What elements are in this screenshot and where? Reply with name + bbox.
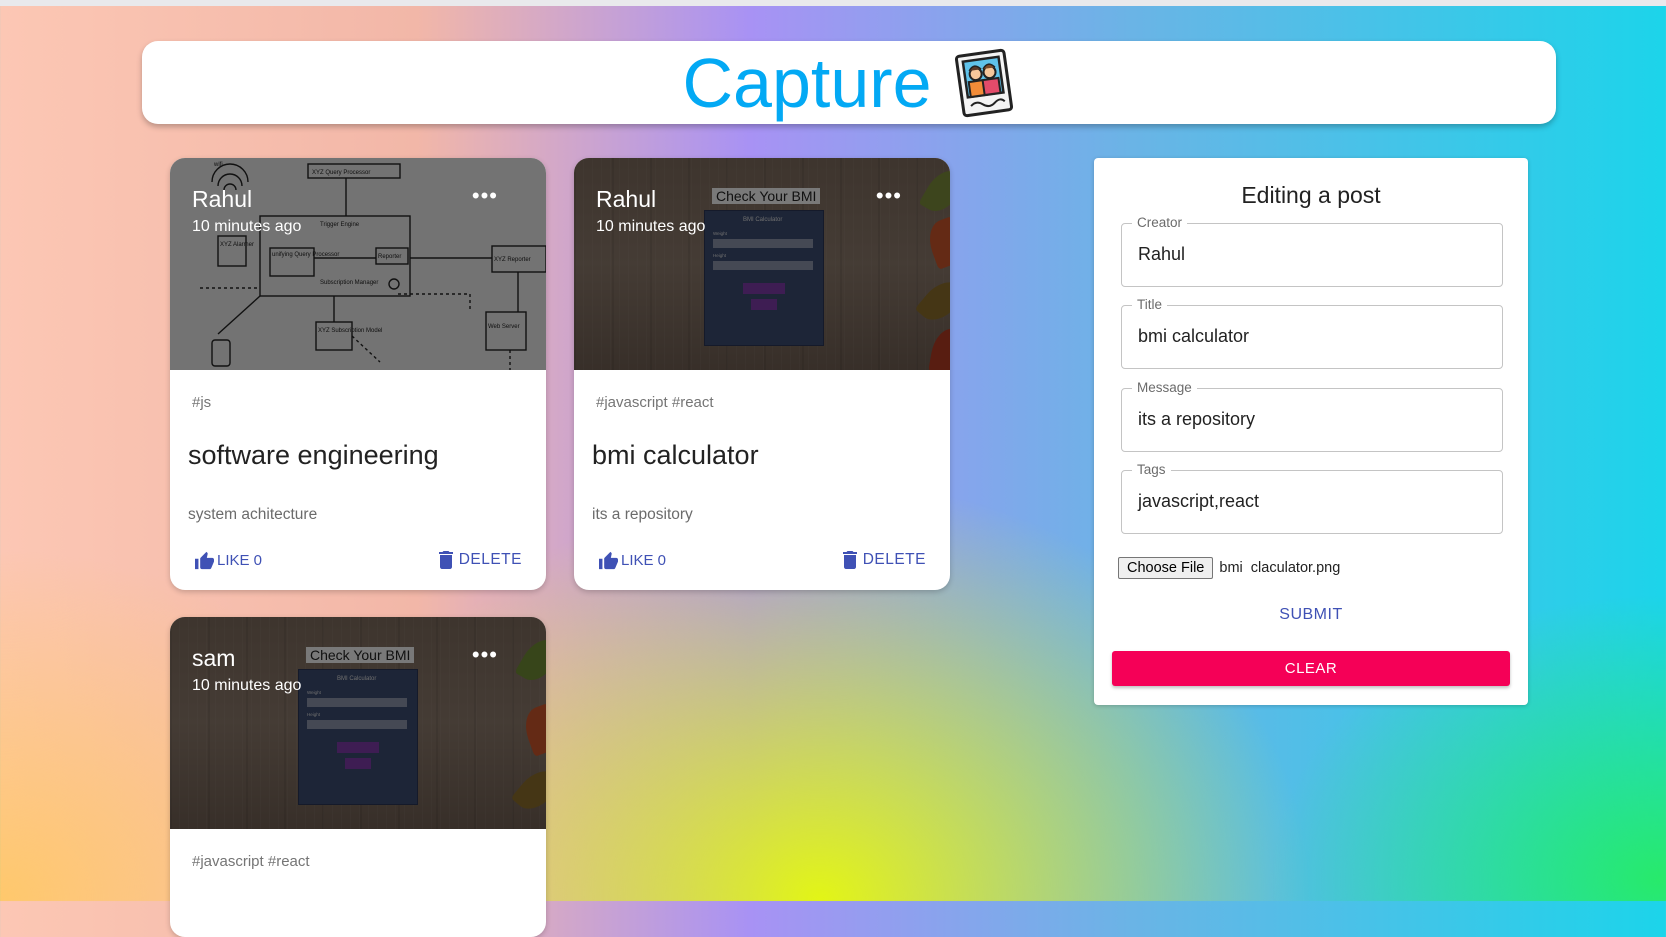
post-message: its a repository — [592, 506, 693, 523]
tags-label: Tags — [1132, 462, 1171, 477]
message-value[interactable]: its a repository — [1138, 409, 1255, 430]
delete-label: DELETE — [862, 551, 926, 568]
message-field[interactable]: Message its a repository — [1121, 380, 1503, 452]
post-tags: #javascript #react — [596, 394, 714, 411]
like-label: LIKE 0 — [217, 552, 263, 569]
post-card: Check Your BMI BMI Calculator Weight Hei… — [574, 158, 950, 590]
post-card: Check Your BMI BMI Calculator Weight Hei… — [170, 617, 546, 937]
title-value[interactable]: bmi calculator — [1138, 326, 1249, 347]
like-label: LIKE 0 — [621, 552, 667, 569]
delete-button[interactable]: DELETE — [438, 551, 522, 569]
trash-icon — [438, 551, 453, 569]
form-heading: Editing a post — [1241, 182, 1381, 208]
post-tags: #javascript #react — [192, 853, 310, 870]
tags-value[interactable]: javascript,react — [1138, 491, 1259, 512]
creator-value[interactable]: Rahul — [1138, 244, 1185, 265]
post-tags: #js — [192, 394, 212, 411]
post-image: Check Your BMI BMI Calculator Weight Hei… — [574, 158, 950, 370]
creator-label: Creator — [1132, 215, 1188, 230]
message-label: Message — [1132, 380, 1197, 395]
post-time: 10 minutes ago — [192, 218, 302, 235]
submit-button[interactable]: SUBMIT — [1094, 606, 1528, 624]
app-title: Capture — [682, 43, 932, 122]
post-message: system achitecture — [188, 506, 318, 523]
more-options-icon[interactable]: ••• — [472, 183, 498, 209]
title-field[interactable]: Title bmi calculator — [1121, 297, 1503, 369]
post-card: wifi XYZ Query Processor Trigger Engine … — [170, 158, 546, 590]
trash-icon — [842, 551, 857, 569]
post-title: software engineering — [188, 440, 439, 470]
thumb-up-icon — [599, 551, 618, 570]
photo-polaroid-logo-icon — [954, 48, 1013, 117]
post-time: 10 minutes ago — [596, 218, 706, 235]
post-actions: LIKE 0 DELETE — [574, 551, 950, 581]
post-creator: sam — [192, 645, 236, 671]
delete-label: DELETE — [458, 551, 522, 568]
browser-top-strip — [0, 0, 1666, 6]
tags-field[interactable]: Tags javascript,react — [1121, 462, 1503, 534]
file-input: Choose File bmi claculator.png — [1118, 557, 1340, 579]
file-name: bmi claculator.png — [1219, 560, 1341, 576]
post-image: Check Your BMI BMI Calculator Weight Hei… — [170, 617, 546, 829]
choose-file-button[interactable]: Choose File — [1118, 557, 1214, 579]
post-image: wifi XYZ Query Processor Trigger Engine … — [170, 158, 546, 370]
like-button[interactable]: LIKE 0 — [194, 551, 262, 570]
post-time: 10 minutes ago — [192, 677, 302, 694]
post-title: bmi calculator — [592, 440, 759, 470]
like-button[interactable]: LIKE 0 — [598, 551, 666, 570]
post-actions: LIKE 0 DELETE — [170, 551, 546, 581]
title-label: Title — [1132, 297, 1168, 312]
app-bar: Capture — [142, 41, 1556, 124]
more-options-icon[interactable]: ••• — [472, 642, 498, 668]
delete-button[interactable]: DELETE — [842, 551, 926, 569]
edit-post-form: Editing a post Creator Rahul Title bmi c… — [1094, 158, 1528, 705]
thumb-up-icon — [195, 551, 214, 570]
post-creator: Rahul — [192, 186, 253, 212]
post-creator: Rahul — [596, 186, 657, 212]
creator-field[interactable]: Creator Rahul — [1121, 215, 1503, 287]
more-options-icon[interactable]: ••• — [876, 183, 902, 209]
clear-button[interactable]: CLEAR — [1112, 651, 1510, 686]
